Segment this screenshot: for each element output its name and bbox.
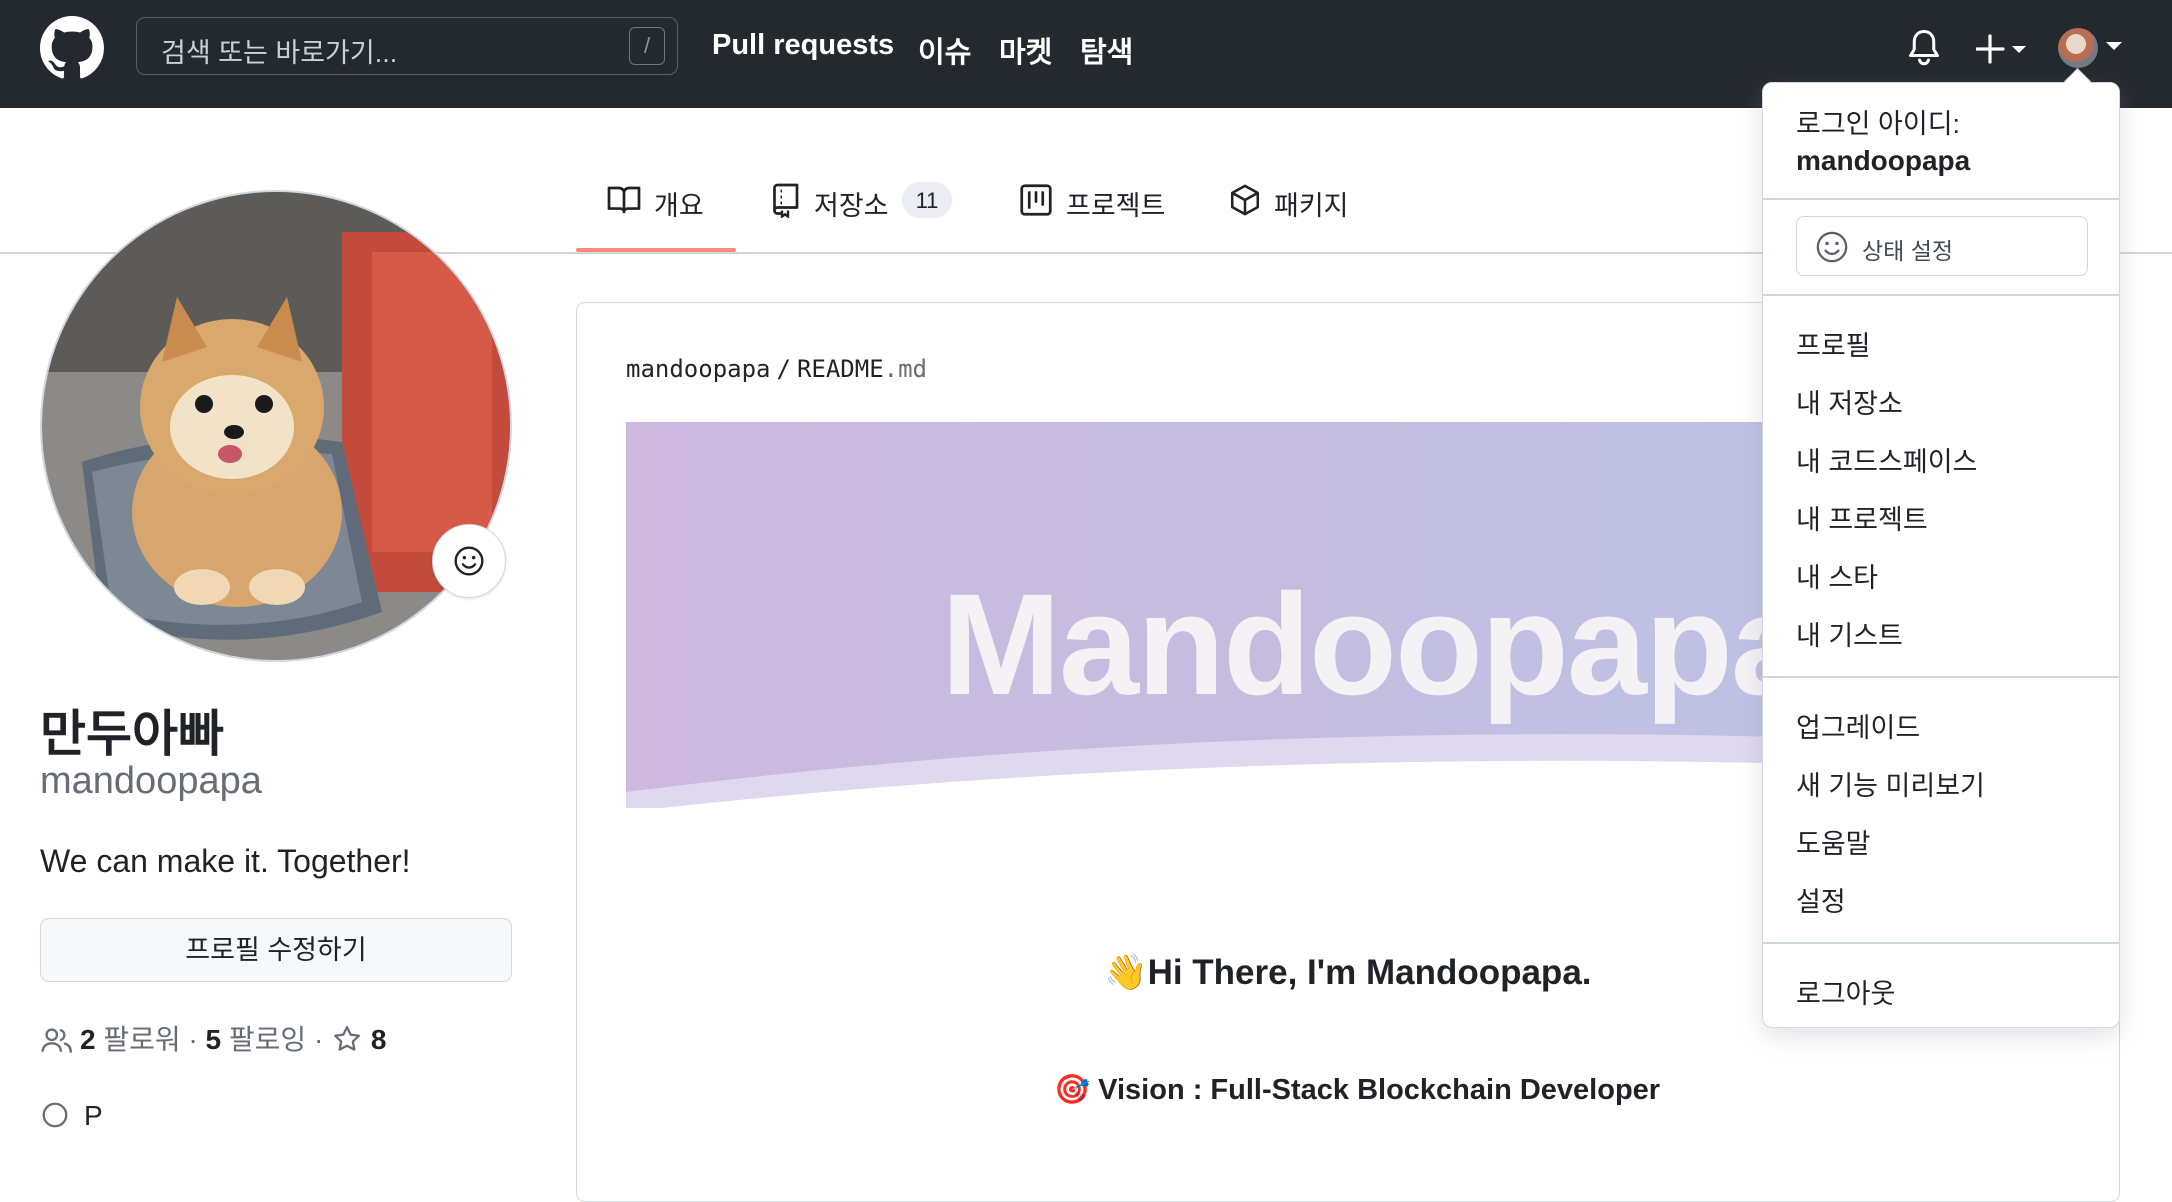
bell-icon[interactable] [1906, 28, 1942, 68]
readme-vision: 🎯 Vision : Full-Stack Blockchain Develop… [1054, 1074, 1661, 1106]
search-input[interactable]: 검색 또는 바로가기... / [136, 17, 678, 75]
create-new-plus-icon[interactable] [1976, 32, 2032, 66]
organization-text-partial: P [84, 1100, 103, 1131]
smiley-icon [454, 546, 484, 576]
set-status-emoji-button[interactable] [432, 524, 506, 598]
nav-pull-requests[interactable]: Pull requests [712, 29, 894, 62]
readme-owner-link[interactable]: mandoopapa [626, 355, 771, 383]
nav-marketplace[interactable]: 마켓 [999, 29, 1052, 71]
menu-item-codespaces[interactable]: 내 코드스페이스 [1796, 440, 1977, 479]
signed-in-username: mandoopapa [1796, 145, 1971, 176]
menu-item-gists[interactable]: 내 기스트 [1796, 614, 1903, 653]
following-label: 팔로잉 [228, 1024, 307, 1055]
edit-profile-button[interactable]: 프로필 수정하기 [40, 918, 512, 982]
menu-item-upgrade[interactable]: 업그레이드 [1796, 706, 1920, 745]
nav-explore[interactable]: 탐색 [1080, 29, 1133, 71]
pomeranian-photo [42, 192, 510, 660]
tab-projects[interactable]: 프로젝트 [1018, 176, 1178, 254]
tab-overview[interactable]: 개요 [606, 176, 716, 254]
readme-greeting: 👋Hi There, I'm Mandoopapa. [1104, 953, 1592, 992]
followers-count: 2 [80, 1024, 96, 1055]
menu-divider [1763, 198, 2119, 200]
tab-repositories[interactable]: 저장소 11 [768, 176, 958, 254]
people-icon [41, 1028, 72, 1053]
package-icon [1230, 184, 1260, 216]
repo-icon [773, 183, 799, 218]
set-status-button[interactable]: 상태 설정 [1796, 216, 2088, 276]
avatar-caret-down-icon[interactable] [2104, 40, 2124, 54]
tab-projects-label: 프로젝트 [1066, 191, 1166, 221]
smiley-icon [1816, 231, 1848, 263]
menu-divider [1763, 294, 2119, 296]
nav-issues[interactable]: 이슈 [918, 29, 971, 71]
tab-repositories-label: 저장소 [814, 191, 889, 221]
following-count: 5 [205, 1024, 222, 1055]
menu-item-profile[interactable]: 프로필 [1796, 324, 1871, 363]
menu-item-settings[interactable]: 설정 [1796, 880, 1846, 919]
repositories-count-badge: 11 [902, 182, 952, 218]
tab-packages[interactable]: 패키지 [1228, 176, 1368, 254]
search-placeholder: 검색 또는 바로가기... [161, 38, 398, 68]
menu-item-projects[interactable]: 내 프로젝트 [1796, 498, 1928, 537]
menu-item-repositories[interactable]: 내 저장소 [1796, 382, 1903, 421]
book-icon [607, 186, 641, 214]
menu-divider [1763, 676, 2119, 678]
search-shortcut-key: / [629, 27, 665, 65]
stars-count: 8 [370, 1024, 387, 1055]
menu-divider [1763, 942, 2119, 944]
readme-file-name: README [796, 355, 884, 383]
signed-in-label: 로그인 아이디: [1796, 109, 1961, 139]
followers-link[interactable]: 2 팔로워 [80, 1024, 181, 1055]
star-icon [334, 1026, 361, 1051]
following-link[interactable]: 5 팔로잉 [206, 1024, 307, 1055]
project-icon [1020, 184, 1052, 216]
profile-username: mandoopapa [40, 760, 262, 802]
readme-path-separator: / [776, 355, 791, 383]
menu-item-help[interactable]: 도움말 [1796, 822, 1871, 861]
set-status-label: 상태 설정 [1862, 238, 1954, 264]
profile-full-name: 만두아빠 [40, 706, 224, 762]
banner-title: Mandoopapa [941, 564, 1811, 725]
tab-overview-label: 개요 [654, 191, 704, 221]
readme-breadcrumb: mandoopapa / README.md [626, 355, 927, 383]
profile-avatar[interactable] [40, 190, 512, 662]
stars-link[interactable]: 8 [331, 1024, 386, 1055]
user-avatar-menu-button[interactable] [2058, 28, 2098, 68]
followers-label: 팔로워 [103, 1024, 181, 1055]
organization-icon [42, 1102, 68, 1128]
menu-item-feature-preview[interactable]: 새 기능 미리보기 [1796, 764, 1985, 803]
profile-bio: We can make it. Together! [40, 843, 411, 879]
active-tab-underline [576, 248, 736, 252]
follow-stats: 2 팔로워 · 5 팔로잉 · 8 [40, 1018, 386, 1058]
readme-file-link[interactable]: README.md [797, 355, 927, 383]
menu-item-stars[interactable]: 내 스타 [1796, 556, 1878, 595]
menu-item-sign-out[interactable]: 로그아웃 [1796, 972, 1895, 1011]
tab-packages-label: 패키지 [1274, 191, 1349, 221]
readme-file-ext: .md [883, 355, 928, 383]
github-logo-icon[interactable] [40, 16, 104, 80]
